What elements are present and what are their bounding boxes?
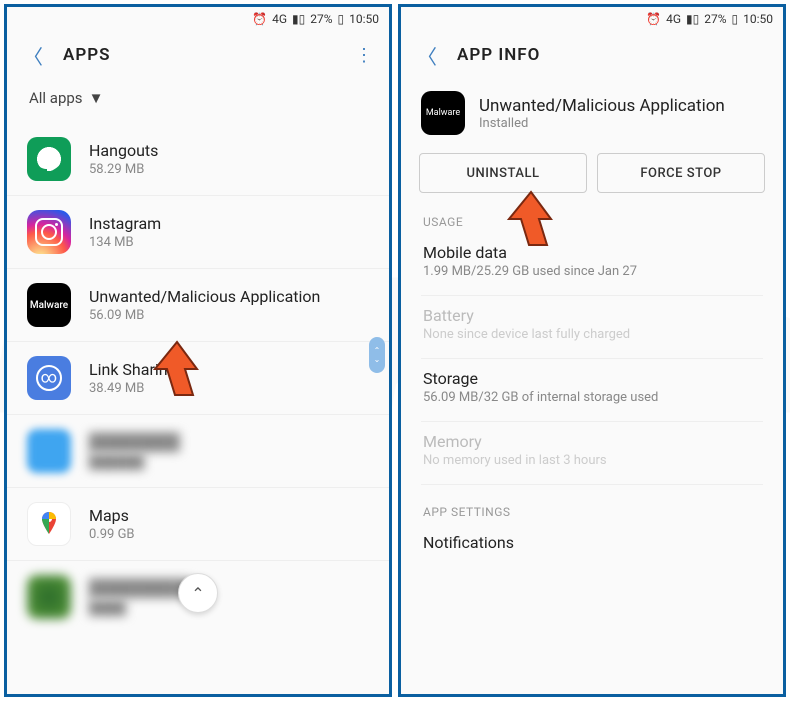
row-title: Storage: [423, 369, 761, 388]
app-name: Maps: [89, 506, 135, 525]
alarm-icon: ⏰: [646, 12, 661, 26]
signal-icon: ▮▯: [292, 12, 305, 26]
page-title: APP INFO: [457, 45, 540, 65]
app-size: ██████: [89, 454, 180, 470]
signal-icon: ▮▯: [686, 12, 699, 26]
app-info-header: Malware Unwanted/Malicious Application I…: [401, 79, 783, 139]
uninstall-button[interactable]: UNINSTALL: [419, 153, 587, 193]
overflow-menu-icon[interactable]: ⋮: [355, 45, 373, 66]
list-item-link-sharing[interactable]: Link Sharing 38.49 MB: [7, 342, 389, 415]
header-bar: 〈 APPS ⋮: [7, 31, 389, 79]
page-title: APPS: [63, 45, 111, 65]
scroll-to-top-button[interactable]: ⌃: [178, 573, 218, 613]
fast-scroll-handle[interactable]: ⌃ ⌄: [369, 337, 385, 373]
app-size: 0.99 GB: [89, 527, 135, 542]
blurred-app-icon: [27, 575, 71, 619]
battery-row[interactable]: Battery None since device last fully cha…: [421, 296, 763, 359]
chevron-down-icon: ▼: [89, 89, 104, 107]
app-name: Unwanted/Malicious Application: [479, 96, 725, 116]
apps-list: Hangouts 58.29 MB Instagram 134 MB Malwa…: [7, 123, 389, 633]
list-item-hangouts[interactable]: Hangouts 58.29 MB: [7, 123, 389, 196]
app-settings-section-label: APP SETTINGS: [401, 497, 783, 523]
link-sharing-icon: [27, 356, 71, 400]
phone-screen-apps: ⏰ 4G ▮▯ 27% ▯ 10:50 〈 APPS ⋮ All apps ▼ …: [4, 4, 392, 697]
chevron-up-icon: ⌃: [374, 346, 381, 355]
instagram-icon: [27, 210, 71, 254]
filter-label: All apps: [29, 89, 83, 107]
app-install-status: Installed: [479, 116, 725, 131]
app-size: ████: [89, 600, 191, 616]
battery-percent: 27%: [704, 12, 726, 26]
header-bar: 〈 APP INFO: [401, 31, 783, 79]
battery-icon: ▯: [732, 12, 739, 26]
alarm-icon: ⏰: [252, 12, 267, 26]
usage-section-label: USAGE: [401, 207, 783, 233]
list-item-blurred[interactable]: ████████ ██████: [7, 415, 389, 488]
row-sub: No memory used in last 3 hours: [423, 453, 761, 468]
list-item-malicious-app[interactable]: Malware Unwanted/Malicious Application 5…: [7, 269, 389, 342]
app-size: 56.09 MB: [89, 308, 320, 323]
phone-screen-app-info: ⏰ 4G ▮▯ 27% ▯ 10:50 〈 APP INFO Malware U…: [398, 4, 786, 697]
filter-dropdown[interactable]: All apps ▼: [7, 79, 389, 123]
row-sub: None since device last fully charged: [423, 327, 761, 342]
malware-icon: Malware: [27, 283, 71, 327]
row-title: Memory: [423, 432, 761, 451]
force-stop-button[interactable]: FORCE STOP: [597, 153, 765, 193]
network-type: 4G: [272, 12, 287, 26]
back-icon[interactable]: 〈: [23, 41, 43, 70]
battery-icon: ▯: [338, 12, 345, 26]
list-item-maps[interactable]: Maps 0.99 GB: [7, 488, 389, 561]
malware-icon: Malware: [421, 91, 465, 135]
app-name: Instagram: [89, 214, 161, 233]
notifications-row[interactable]: Notifications: [421, 523, 763, 552]
row-title: Mobile data: [423, 243, 761, 262]
app-name: Unwanted/Malicious Application: [89, 287, 320, 306]
row-sub: 1.99 MB/25.29 GB used since Jan 27: [423, 264, 761, 279]
blurred-app-icon: [27, 429, 71, 473]
status-bar: ⏰ 4G ▮▯ 27% ▯ 10:50: [7, 7, 389, 31]
maps-icon: [27, 502, 71, 546]
row-title: Battery: [423, 306, 761, 325]
network-type: 4G: [666, 12, 681, 26]
app-size: 38.49 MB: [89, 381, 177, 396]
row-sub: 56.09 MB/32 GB of internal storage used: [423, 390, 761, 405]
app-size: 134 MB: [89, 235, 161, 250]
battery-percent: 27%: [310, 12, 332, 26]
chevron-up-icon: ⌃: [191, 584, 204, 603]
app-name: Link Sharing: [89, 360, 177, 379]
hangouts-icon: [27, 137, 71, 181]
app-name: Hangouts: [89, 141, 158, 160]
app-size: 58.29 MB: [89, 162, 158, 177]
chevron-down-icon: ⌄: [374, 355, 381, 364]
clock: 10:50: [349, 12, 379, 26]
status-bar: ⏰ 4G ▮▯ 27% ▯ 10:50: [401, 7, 783, 31]
row-title: Notifications: [423, 533, 761, 552]
back-icon[interactable]: 〈: [417, 41, 437, 70]
app-name: █████████: [89, 578, 191, 598]
storage-row[interactable]: Storage 56.09 MB/32 GB of internal stora…: [421, 359, 763, 422]
memory-row[interactable]: Memory No memory used in last 3 hours: [421, 422, 763, 485]
mobile-data-row[interactable]: Mobile data 1.99 MB/25.29 GB used since …: [421, 233, 763, 296]
clock: 10:50: [743, 12, 773, 26]
app-name: ████████: [89, 432, 180, 452]
action-button-row: UNINSTALL FORCE STOP: [401, 139, 783, 207]
list-item-instagram[interactable]: Instagram 134 MB: [7, 196, 389, 269]
